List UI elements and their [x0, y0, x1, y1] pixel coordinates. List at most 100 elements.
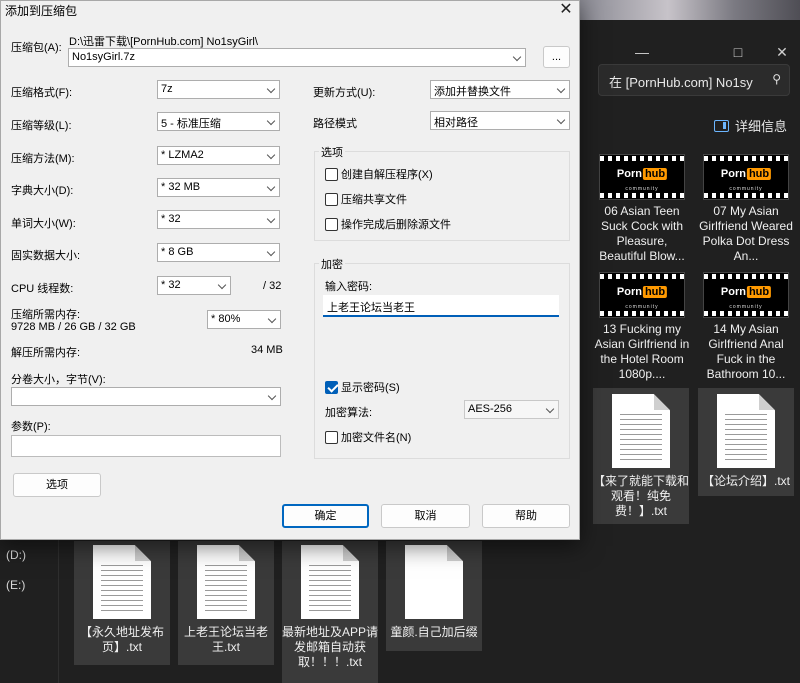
format-value: 7z: [161, 83, 173, 95]
nav-pane-divider: [58, 540, 59, 683]
video-brand-text: Porn: [616, 168, 642, 180]
video-brand-text: Porn: [720, 168, 746, 180]
dialog-close-button[interactable]: ✕: [553, 1, 579, 19]
chevron-down-icon: [266, 214, 276, 224]
dialog-title: 添加到压缩包: [5, 4, 78, 18]
mem-detail: 9728 MB / 26 GB / 32 GB: [11, 321, 136, 333]
chevron-down-icon: [267, 391, 277, 401]
minimize-button[interactable]: —: [632, 42, 652, 62]
video-brand-accent: hub: [746, 286, 772, 298]
threads-value: * 32: [161, 279, 181, 291]
file-tile-txt[interactable]: 最新地址及APP请发邮箱自动获取！！！.txt: [282, 541, 378, 683]
method-combo[interactable]: * LZMA2: [157, 146, 280, 165]
chevron-down-icon: [512, 52, 522, 62]
checkbox-box[interactable]: [325, 167, 338, 181]
archive-path: D:\迅雷下载\[PornHub.com] No1syGirl\: [69, 36, 258, 48]
file-tile-video[interactable]: Porn hub community 13 Fucking my Asian Gi…: [594, 272, 690, 382]
sfx-checkbox[interactable]: 创建自解压程序(X): [325, 166, 433, 182]
sfx-label: 创建自解压程序(X): [341, 169, 433, 181]
chevron-down-icon: [266, 182, 276, 192]
file-name: 最新地址及APP请发邮箱自动获取！！！.txt: [282, 625, 379, 669]
delete-after-checkbox[interactable]: 操作完成后删除源文件: [325, 216, 451, 232]
checkbox-box[interactable]: [325, 192, 338, 206]
password-input[interactable]: 上老王论坛当老王: [323, 295, 559, 317]
archive-name-value: No1syGirl.7z: [72, 51, 135, 63]
file-tile-txt[interactable]: 【永久地址发布页】.txt: [74, 541, 170, 665]
drive-d[interactable]: (D:): [6, 548, 26, 562]
file-tile-txt[interactable]: 【论坛介绍】.txt: [698, 388, 794, 496]
word-label: 单词大小(W):: [11, 218, 76, 230]
dict-combo[interactable]: * 32 MB: [157, 178, 280, 197]
level-combo[interactable]: 5 - 标准压缩: [157, 112, 280, 131]
word-combo[interactable]: * 32: [157, 210, 280, 229]
video-thumbnail: Porn hub community: [703, 154, 789, 200]
solid-label: 固实数据大小:: [11, 250, 81, 262]
maximize-button[interactable]: □: [728, 42, 748, 62]
checkbox-box-checked[interactable]: [325, 380, 338, 394]
update-mode-value: 添加并替换文件: [434, 86, 511, 98]
solid-combo[interactable]: * 8 GB: [157, 243, 280, 262]
details-pane-icon: [714, 119, 729, 132]
chevron-down-icon: [556, 84, 566, 94]
video-brand-accent: hub: [642, 168, 668, 180]
threads-total: / 32: [263, 280, 282, 292]
drive-e[interactable]: (E:): [6, 578, 25, 592]
file-tile-blank[interactable]: 童颜.自己加后缀: [386, 541, 482, 651]
blank-file-icon: [405, 545, 463, 619]
video-brand-accent: hub: [746, 168, 772, 180]
enc-method-combo[interactable]: AES-256: [464, 400, 559, 419]
encrypt-names-checkbox[interactable]: 加密文件名(N): [325, 429, 411, 445]
shared-files-label: 压缩共享文件: [341, 194, 407, 206]
video-brand-sub: community: [625, 304, 659, 310]
help-button[interactable]: 帮助: [482, 504, 570, 528]
checkbox-box[interactable]: [325, 217, 338, 231]
params-label: 参数(P):: [11, 421, 51, 433]
details-pane-button[interactable]: 详细信息: [714, 116, 787, 135]
mem-usage-value: * 80%: [211, 313, 241, 325]
file-tile-txt[interactable]: 上老王论坛当老王.txt: [178, 541, 274, 665]
volume-size-combo[interactable]: [11, 387, 281, 406]
txt-file-icon: [301, 545, 359, 619]
path-mode-combo[interactable]: 相对路径: [430, 111, 570, 130]
decomp-value: 34 MB: [251, 344, 283, 356]
format-combo[interactable]: 7z: [157, 80, 280, 99]
ok-button[interactable]: 确定: [282, 504, 369, 528]
path-mode-label: 路径模式: [313, 118, 357, 130]
video-brand-sub: community: [729, 186, 763, 192]
explorer-search-text: 在 [PornHub.com] No1sy: [609, 75, 753, 90]
enc-method-label: 加密算法:: [325, 407, 373, 419]
mem-label: 压缩所需内存:: [11, 309, 81, 321]
checkbox-box[interactable]: [325, 430, 338, 444]
chevron-down-icon: [266, 247, 276, 257]
cancel-button[interactable]: 取消: [381, 504, 470, 528]
level-value: 5 - 标准压缩: [161, 118, 221, 130]
browse-button[interactable]: ...: [543, 46, 570, 68]
options-button[interactable]: 选项: [13, 473, 101, 497]
shared-files-checkbox[interactable]: 压缩共享文件: [325, 191, 407, 207]
chevron-down-icon: [266, 150, 276, 160]
add-to-archive-dialog: 添加到压缩包 ✕ 压缩包(A): D:\迅雷下载\[PornHub.com] N…: [0, 0, 580, 540]
dict-label: 字典大小(D):: [11, 185, 74, 197]
file-name: 07 My Asian Girlfriend Weared Polka Dot …: [699, 204, 793, 263]
show-password-checkbox[interactable]: 显示密码(S): [325, 379, 400, 395]
archive-name-combo[interactable]: No1syGirl.7z: [68, 48, 526, 67]
file-tile-txt[interactable]: 【来了就能下载和观看！纯免费！】.txt: [593, 388, 689, 524]
close-window-button[interactable]: ✕: [772, 42, 792, 62]
file-name: 06 Asian Teen Suck Cock with Pleasure, B…: [599, 204, 685, 263]
file-tile-video[interactable]: Porn hub community 07 My Asian Girlfriend…: [698, 154, 794, 264]
mem-usage-combo[interactable]: * 80%: [207, 310, 281, 329]
dict-value: * 32 MB: [161, 181, 201, 193]
explorer-search-box[interactable]: 在 [PornHub.com] No1sy ⚲: [598, 64, 790, 96]
encrypt-names-label: 加密文件名(N): [341, 432, 412, 444]
file-tile-video[interactable]: Porn hub community 14 My Asian Girlfriend…: [698, 272, 794, 382]
update-mode-combo[interactable]: 添加并替换文件: [430, 80, 570, 99]
txt-file-icon: [197, 545, 255, 619]
video-brand-accent: hub: [642, 286, 668, 298]
search-icon[interactable]: ⚲: [772, 72, 781, 86]
chevron-down-icon: [217, 280, 227, 290]
params-input[interactable]: [11, 435, 281, 457]
threads-combo[interactable]: * 32: [157, 276, 231, 295]
solid-value: * 8 GB: [161, 246, 194, 258]
update-label: 更新方式(U):: [313, 87, 376, 99]
file-tile-video[interactable]: Porn hub community 06 Asian Teen Suck Coc…: [594, 154, 690, 264]
